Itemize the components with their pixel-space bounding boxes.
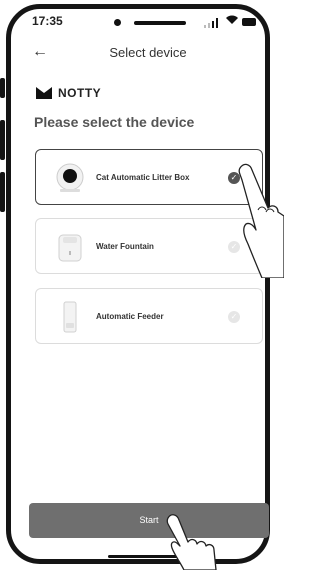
brand-name: NOTTY (58, 86, 102, 100)
volume-down-button (0, 172, 5, 212)
camera-dot (114, 19, 121, 26)
pointing-hand-icon (166, 514, 217, 570)
start-button[interactable]: Start (29, 503, 269, 538)
battery-icon (242, 18, 256, 26)
wifi-icon (226, 15, 238, 24)
signal-icon (204, 18, 218, 28)
status-bar: 17:35 (30, 14, 260, 30)
check-icon: ✓ (228, 311, 240, 323)
device-card-water-fountain[interactable]: Water Fountain ✓ (35, 218, 263, 274)
page-title: Select device (109, 45, 187, 60)
pointing-hand-icon (238, 163, 284, 278)
device-label: Water Fountain (96, 242, 154, 251)
volume-up-button (0, 120, 5, 160)
section-heading: Please select the device (34, 114, 195, 130)
litter-box-icon (56, 163, 84, 192)
water-fountain-icon (58, 234, 82, 262)
status-time: 17:35 (32, 14, 63, 28)
mute-switch (0, 78, 5, 98)
feeder-icon (63, 301, 77, 333)
device-label: Cat Automatic Litter Box (96, 173, 190, 182)
notty-logo-icon (36, 87, 52, 99)
device-label: Automatic Feeder (96, 312, 164, 321)
brand: NOTTY (36, 86, 101, 100)
device-card-feeder[interactable]: Automatic Feeder ✓ (35, 288, 263, 344)
speaker-grille (134, 21, 186, 25)
device-card-litter-box[interactable]: Cat Automatic Litter Box ✓ (35, 149, 263, 205)
